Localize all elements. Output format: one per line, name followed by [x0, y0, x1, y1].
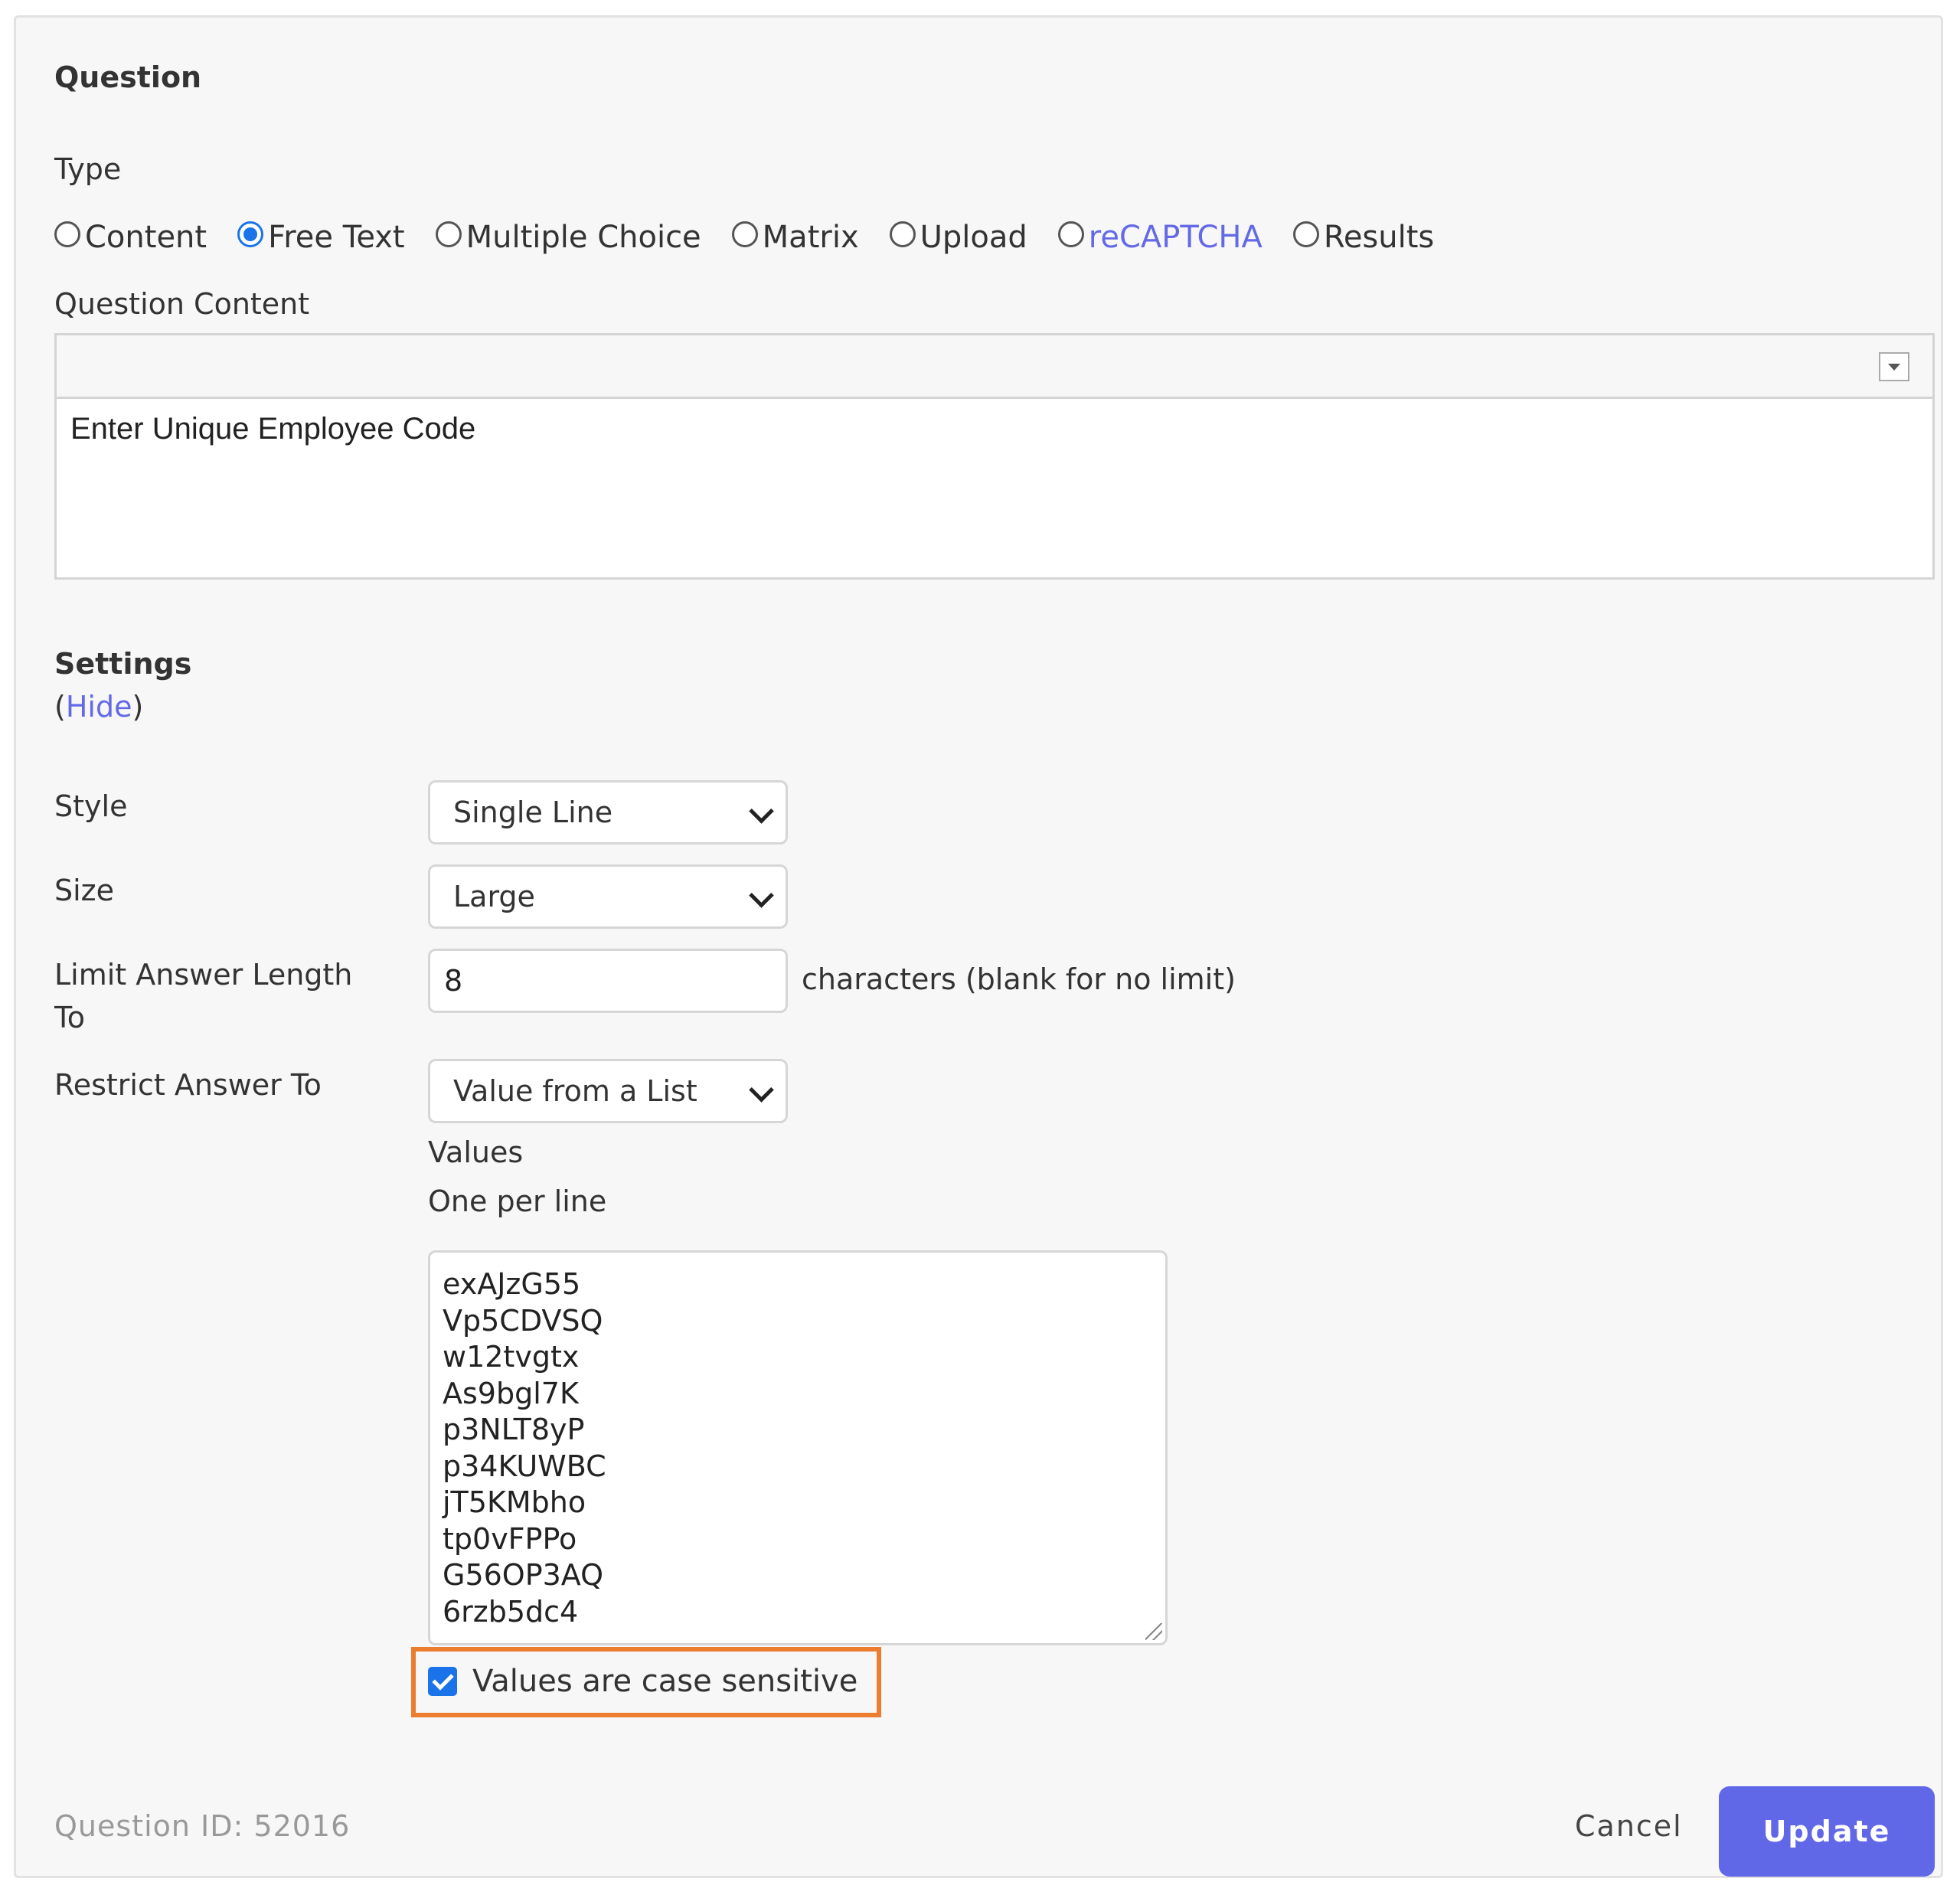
chevron-down-icon: [749, 799, 774, 824]
type-option-label: Upload: [920, 220, 1027, 255]
value-line: tp0vFPPo: [443, 1521, 577, 1556]
values-hint: One per line: [428, 1184, 607, 1218]
size-select[interactable]: Large: [428, 864, 788, 929]
type-option-results[interactable]: Results: [1292, 220, 1435, 255]
radio-results[interactable]: [1292, 221, 1319, 247]
paren-close: ): [132, 690, 144, 724]
size-label: Size: [54, 874, 115, 907]
type-option-content[interactable]: Content: [54, 220, 207, 255]
type-option-matrix[interactable]: Matrix: [731, 220, 859, 255]
type-option-label: Matrix: [762, 220, 859, 255]
limit-length-input[interactable]: 8: [428, 949, 788, 1013]
limit-length-value: 8: [444, 964, 463, 998]
style-select[interactable]: Single Line: [428, 780, 788, 845]
settings-heading: Settings: [54, 647, 192, 681]
toolbar-toggle-icon[interactable]: [1879, 352, 1909, 381]
question-content-text[interactable]: Enter Unique Employee Code: [70, 412, 475, 446]
question-editor-panel: Question Type Content Free Text Multiple…: [14, 15, 1943, 1878]
type-option-upload[interactable]: Upload: [889, 220, 1027, 255]
hide-settings-link[interactable]: Hide: [66, 690, 132, 724]
value-line: w12tvgtx: [443, 1340, 580, 1374]
case-sensitive-label[interactable]: Values are case sensitive: [472, 1664, 858, 1699]
type-option-label[interactable]: reCAPTCHA: [1089, 220, 1263, 255]
type-option-multiple-choice[interactable]: Multiple Choice: [435, 220, 701, 255]
update-button[interactable]: Update: [1719, 1786, 1935, 1877]
type-label: Type: [54, 152, 122, 186]
restrict-select[interactable]: Value from a List: [428, 1059, 788, 1123]
radio-upload[interactable]: [889, 221, 916, 247]
style-select-value: Single Line: [453, 796, 613, 829]
chevron-down-icon: [749, 1077, 774, 1103]
type-option-free-text[interactable]: Free Text: [237, 220, 405, 255]
question-id: Question ID: 52016: [54, 1809, 351, 1843]
question-content-editor[interactable]: Enter Unique Employee Code: [54, 333, 1935, 580]
radio-content[interactable]: [54, 221, 80, 247]
cancel-button[interactable]: Cancel: [1575, 1809, 1683, 1843]
value-line: Vp5CDVSQ: [443, 1303, 603, 1338]
value-line: p34KUWBC: [443, 1449, 606, 1483]
question-type-radio-group: Content Free Text Multiple Choice Matrix…: [54, 211, 1465, 264]
resize-handle-icon[interactable]: [1145, 1623, 1162, 1640]
settings-toggle: (Hide): [54, 690, 143, 724]
paren-open: (: [54, 690, 66, 724]
value-line: p3NLT8yP: [443, 1413, 585, 1446]
value-line: jT5KMbho: [443, 1485, 586, 1519]
limit-label-line1: Limit Answer Length: [54, 958, 353, 992]
type-option-label: Free Text: [268, 220, 405, 255]
radio-matrix[interactable]: [731, 221, 758, 247]
radio-recaptcha[interactable]: [1057, 221, 1084, 247]
radio-multiple-choice[interactable]: [435, 221, 462, 247]
values-textarea[interactable]: exAJzG55 Vp5CDVSQ w12tvgtx As9bgl7K p3NL…: [428, 1250, 1168, 1645]
value-line: 6rzb5dc4: [443, 1594, 579, 1629]
value-line: G56OP3AQ: [443, 1558, 604, 1592]
radio-free-text[interactable]: [237, 221, 264, 247]
type-option-label: Content: [85, 220, 207, 255]
chevron-down-icon: [749, 883, 774, 908]
limit-label-line2: To: [54, 1001, 86, 1034]
case-sensitive-checkbox[interactable]: [428, 1667, 457, 1696]
size-select-value: Large: [453, 880, 535, 913]
type-option-recaptcha[interactable]: reCAPTCHA: [1057, 220, 1263, 255]
restrict-select-value: Value from a List: [453, 1074, 697, 1108]
style-label: Style: [54, 789, 128, 823]
question-heading: Question: [54, 60, 202, 94]
type-option-label: Multiple Choice: [466, 220, 701, 255]
editor-toolbar: [57, 335, 1932, 399]
value-line: As9bgl7K: [443, 1376, 579, 1410]
restrict-label: Restrict Answer To: [54, 1068, 322, 1102]
type-option-label: Results: [1323, 220, 1435, 255]
value-line: exAJzG55: [443, 1267, 581, 1301]
question-content-label: Question Content: [54, 287, 310, 321]
limit-suffix: characters (blank for no limit): [802, 962, 1236, 996]
values-label: Values: [428, 1135, 524, 1169]
